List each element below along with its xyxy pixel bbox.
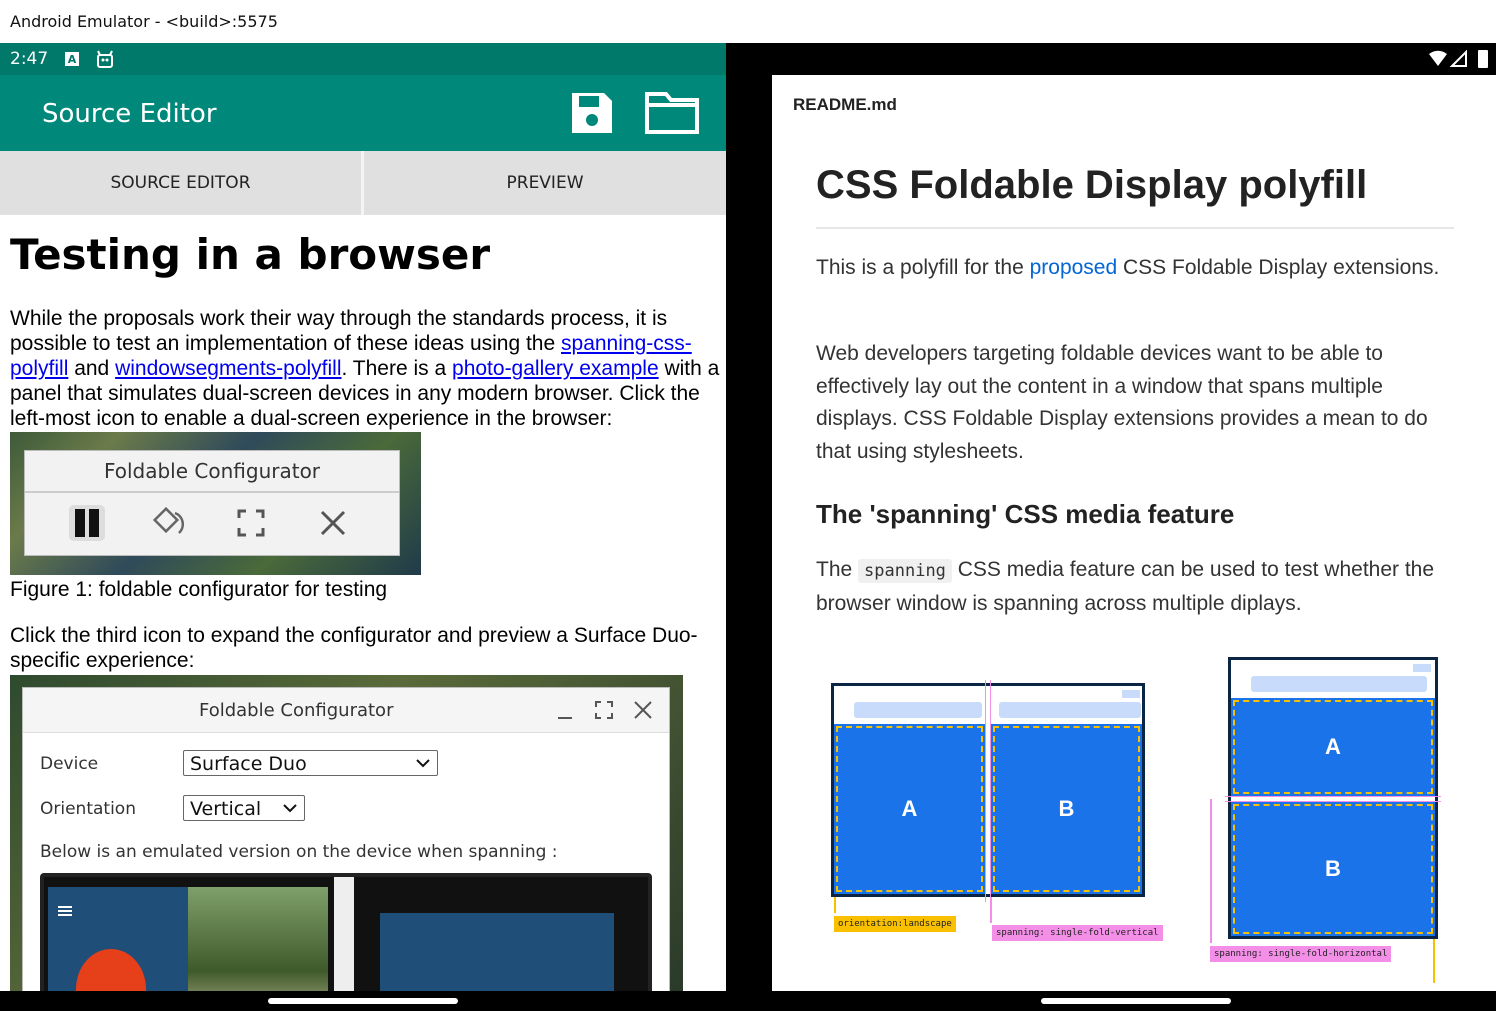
segment-a-horizontal: A (1231, 698, 1435, 796)
window-controls (1122, 690, 1140, 698)
title-divider (816, 227, 1454, 229)
readme-paragraph-3: The spanning CSS media feature can be us… (816, 554, 1456, 620)
segment-b-vertical: B (991, 724, 1142, 894)
device-label: Device (40, 754, 99, 774)
address-bar (1251, 676, 1427, 692)
expand-icon (237, 509, 265, 537)
configurator-buttons (25, 499, 399, 549)
close-icon (320, 510, 346, 536)
device-value: Surface Duo (190, 753, 307, 775)
readme-filename: README.md (793, 95, 897, 114)
portrait-connector (1433, 939, 1435, 983)
gesture-nav-bar-right[interactable] (1041, 998, 1231, 1004)
dialog-titlebar: Foldable Configurator (23, 688, 669, 733)
address-bar-left (854, 702, 982, 718)
window-controls-2 (1413, 664, 1431, 672)
segment-a-vertical: A (834, 724, 985, 894)
segment-b-horizontal: B (1231, 802, 1435, 936)
intro-before: This is a polyfill for the (816, 256, 1030, 279)
device-horizontal-fold: A B (1225, 657, 1441, 939)
page-heading: Testing in a browser (10, 230, 491, 279)
left-screen: 2:47 A Source Editor SOURCE EDITOR PREVI… (0, 43, 726, 991)
configurator-title: Foldable Configurator (25, 451, 399, 493)
dialog-title: Foldable Configurator (199, 700, 394, 721)
horizontal-fold-line (1225, 796, 1441, 802)
tab-source-editor[interactable]: SOURCE EDITOR (0, 151, 361, 215)
app-title: Source Editor (42, 99, 217, 129)
orientation-select: Vertical (183, 795, 305, 821)
link-windowsegments-polyfill[interactable]: windowsegments-polyfill (115, 357, 341, 380)
chevron-down-icon (283, 804, 297, 813)
code-spanning: spanning (858, 559, 952, 583)
fullscreen-icon (595, 701, 613, 719)
preview-photo (188, 887, 328, 991)
tag-spanning-single-fold-vertical: spanning: single-fold-vertical (992, 925, 1163, 941)
preview-left-panel (48, 887, 188, 991)
orientation-label: Orientation (40, 799, 136, 819)
folder-icon[interactable] (644, 91, 700, 135)
readme-paragraph-2: Web developers targeting foldable device… (816, 342, 1428, 463)
address-bar-right (999, 702, 1141, 718)
rotate-icon (152, 506, 185, 534)
link-proposed[interactable]: proposed (1030, 256, 1118, 279)
section-heading-spanning: The 'spanning' CSS media feature (816, 499, 1235, 529)
expand-paragraph: Click the third icon to expand the confi… (10, 624, 698, 672)
device-vertical-fold: A B (831, 680, 1145, 902)
status-bar: 2:47 A (0, 43, 726, 75)
minimize-icon (558, 717, 572, 719)
emulated-note: Below is an emulated version on the devi… (40, 842, 558, 862)
landscape-connector (834, 897, 836, 913)
figure-foldable-configurator: Foldable Configurator (10, 432, 421, 575)
tab-bar: SOURCE EDITOR PREVIEW (0, 151, 726, 215)
tab-preview[interactable]: PREVIEW (364, 151, 726, 215)
balloon-image (76, 949, 146, 991)
status-time: 2:47 (10, 49, 49, 69)
signal-status-icons (1429, 49, 1488, 68)
link-photo-gallery-example[interactable]: photo-gallery example (452, 357, 659, 380)
p3-before: The (816, 558, 859, 581)
device-select: Surface Duo (183, 750, 438, 776)
vertical-fold-line (985, 680, 991, 902)
figure-configurator-expanded: Foldable Configurator Device Surface Duo… (10, 675, 683, 991)
horizontal-connector (1210, 799, 1212, 943)
vertical-connector (990, 897, 992, 923)
readme-intro: This is a polyfill for the proposed CSS … (816, 252, 1456, 285)
window-titlebar: Android Emulator - <build>:5575 (0, 0, 1496, 43)
emulated-device-preview (40, 873, 652, 991)
readme-title: CSS Foldable Display polyfill (816, 163, 1368, 207)
configurator-dialog: Foldable Configurator Device Surface Duo… (22, 687, 670, 991)
keyboard-a-icon: A (65, 52, 79, 66)
fold-hinge (334, 877, 354, 991)
chevron-down-icon (416, 759, 430, 768)
orientation-value: Vertical (190, 798, 262, 820)
svg-text:A: A (68, 53, 77, 66)
gesture-nav-bar-left[interactable] (268, 998, 458, 1004)
dialog-close-icon (634, 701, 652, 719)
app-bar: Source Editor (0, 75, 726, 151)
preview-right-panel (380, 913, 614, 991)
intro-text-3: . There is a (341, 357, 453, 380)
save-icon[interactable] (570, 91, 614, 135)
hamburger-menu-icon (58, 906, 72, 916)
intro-text-2: and (68, 357, 116, 380)
figure1-caption: Figure 1: foldable configurator for test… (10, 578, 388, 601)
intro-after: CSS Foldable Display extensions. (1117, 256, 1440, 279)
dual-screen-icon (69, 505, 105, 541)
tag-orientation-landscape: orientation:landscape (834, 916, 956, 932)
intro-paragraph: While the proposals work their way throu… (10, 306, 724, 431)
tag-spanning-single-fold-horizontal: spanning: single-fold-horizontal (1210, 946, 1392, 962)
android-debug-icon (97, 50, 113, 68)
spanning-diagram: A B orientation:landscape spanning: sing… (828, 653, 1448, 983)
window-title: Android Emulator - <build>:5575 (10, 12, 278, 31)
right-screen: README.md CSS Foldable Display polyfill … (772, 75, 1496, 991)
configurator-panel: Foldable Configurator (24, 450, 400, 556)
